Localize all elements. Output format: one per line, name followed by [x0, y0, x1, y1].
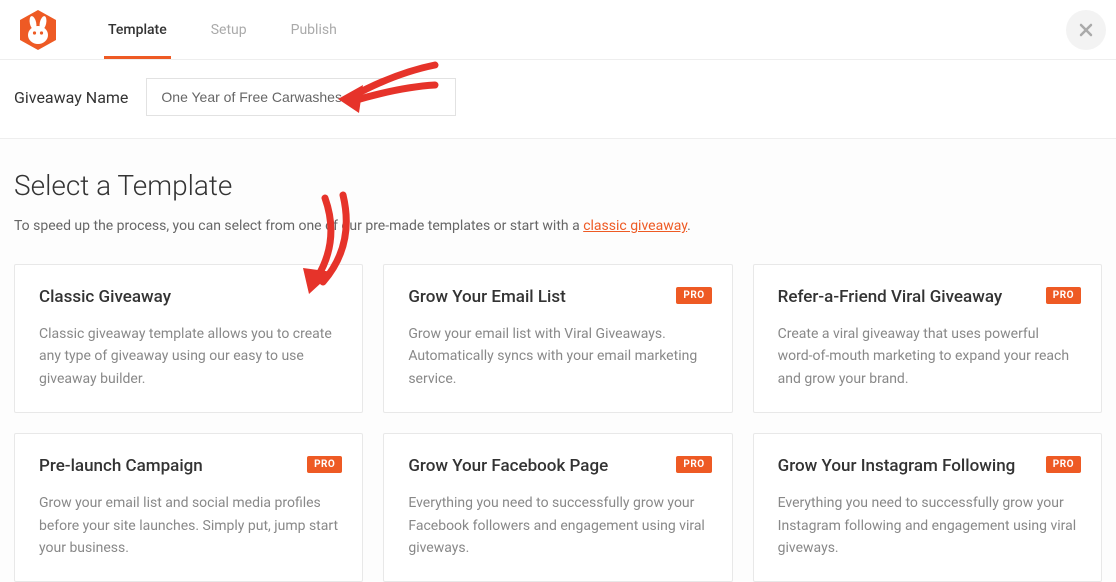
close-icon: [1078, 22, 1094, 38]
section-desc-suffix: .: [687, 218, 691, 234]
card-desc: Classic giveaway template allows you to …: [39, 323, 338, 390]
pro-badge: PRO: [676, 287, 711, 304]
pro-badge: PRO: [307, 456, 342, 473]
giveaway-name-label: Giveaway Name: [14, 88, 128, 107]
content-area: Select a Template To speed up the proces…: [0, 139, 1116, 582]
tab-setup[interactable]: Setup: [189, 0, 269, 59]
classic-giveaway-link[interactable]: classic giveaway: [583, 218, 687, 234]
card-title: Pre-launch Campaign: [39, 456, 338, 476]
template-card-classic-giveaway[interactable]: Classic Giveaway Classic giveaway templa…: [14, 264, 363, 413]
tab-template[interactable]: Template: [86, 0, 189, 59]
close-button[interactable]: [1066, 10, 1106, 50]
pro-badge: PRO: [1046, 456, 1081, 473]
card-desc: Grow your email list and social media pr…: [39, 492, 338, 559]
giveaway-name-row: Giveaway Name: [0, 60, 1116, 139]
card-desc: Everything you need to successfully grow…: [778, 492, 1077, 559]
template-cards-grid: Classic Giveaway Classic giveaway templa…: [14, 264, 1102, 582]
section-description: To speed up the process, you can select …: [14, 218, 1102, 234]
card-desc: Everything you need to successfully grow…: [408, 492, 707, 559]
tab-publish[interactable]: Publish: [269, 0, 359, 59]
pro-badge: PRO: [676, 456, 711, 473]
template-card-grow-email-list[interactable]: PRO Grow Your Email List Grow your email…: [383, 264, 732, 413]
app-logo: [14, 6, 62, 54]
template-card-pre-launch[interactable]: PRO Pre-launch Campaign Grow your email …: [14, 433, 363, 582]
template-card-grow-instagram[interactable]: PRO Grow Your Instagram Following Everyt…: [753, 433, 1102, 582]
template-card-grow-facebook[interactable]: PRO Grow Your Facebook Page Everything y…: [383, 433, 732, 582]
section-desc-prefix: To speed up the process, you can select …: [14, 218, 583, 234]
card-title: Grow Your Email List: [408, 287, 707, 307]
template-card-refer-a-friend[interactable]: PRO Refer-a-Friend Viral Giveaway Create…: [753, 264, 1102, 413]
card-desc: Grow your email list with Viral Giveaway…: [408, 323, 707, 390]
card-title: Refer-a-Friend Viral Giveaway: [778, 287, 1077, 307]
section-title: Select a Template: [14, 169, 1102, 202]
giveaway-name-input[interactable]: [146, 78, 456, 116]
header-bar: Template Setup Publish: [0, 0, 1116, 60]
pro-badge: PRO: [1046, 287, 1081, 304]
card-title: Grow Your Facebook Page: [408, 456, 707, 476]
card-desc: Create a viral giveaway that uses powerf…: [778, 323, 1077, 390]
card-title: Classic Giveaway: [39, 287, 338, 307]
card-title: Grow Your Instagram Following: [778, 456, 1077, 476]
tabs-nav: Template Setup Publish: [86, 0, 359, 59]
